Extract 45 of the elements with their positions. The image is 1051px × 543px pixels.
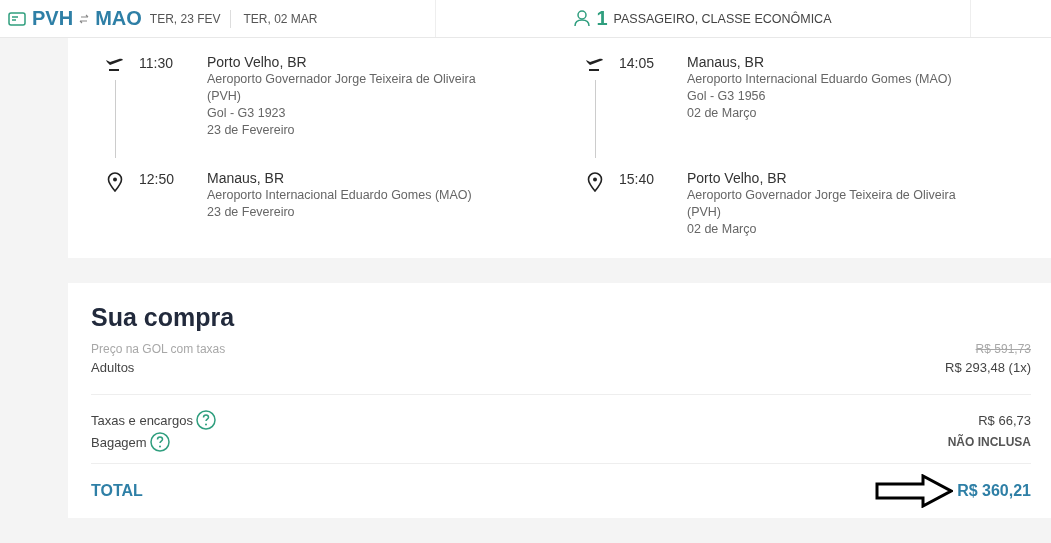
price-value: R$ 66,73 <box>978 412 1031 428</box>
price-label: Preço na GOL com taxas <box>91 342 226 356</box>
stop-detail: 02 de Março <box>687 221 758 238</box>
stop-detail: 23 de Fevereiro <box>207 204 296 221</box>
price-value: R$ 293,48 (1x) <box>945 359 1031 375</box>
help-icon[interactable] <box>195 410 216 430</box>
location-pin-icon <box>587 172 603 192</box>
stop-detail: Aeroporto Governador Jorge Teixeira de Oliveira (PVH) <box>687 187 957 221</box>
city-name: Manaus, BR <box>207 170 286 186</box>
arrow-icon <box>875 474 954 508</box>
location-pin-icon <box>107 172 123 192</box>
stop-time: 12:50 <box>139 170 176 189</box>
stop-detail: Aeroporto Internacional Eduardo Gomes (MAO) <box>687 71 953 88</box>
passenger-count: 1 <box>596 7 608 30</box>
plane-takeoff-icon <box>105 56 125 72</box>
price-label: Adultos <box>91 359 135 375</box>
person-icon <box>574 10 591 27</box>
city-name: Porto Velho, BR <box>207 54 308 70</box>
return-date[interactable]: TER, 02 MAR <box>243 11 318 26</box>
swap-icon <box>79 12 90 25</box>
passenger-class: PASSAGEIRO, CLASSE ECONÔMICA <box>613 11 832 26</box>
stop-detail: Aeroporto Internacional Eduardo Gomes (MAO) <box>207 187 473 204</box>
purchase-title: Sua compra <box>91 303 236 332</box>
price-label: Taxas e encargos <box>91 412 193 428</box>
city-name: Porto Velho, BR <box>687 170 788 186</box>
city-name: Manaus, BR <box>687 54 766 70</box>
outbound-date[interactable]: TER, 23 FEV <box>149 11 221 26</box>
price-value: NÃO INCLUSA <box>947 435 1031 449</box>
destination-code: MAO <box>95 7 142 30</box>
help-icon[interactable] <box>149 432 170 452</box>
stop-time: 15:40 <box>619 170 656 189</box>
price-label: Bagagem <box>91 434 147 450</box>
total-value: R$ 360,21 <box>957 482 1031 500</box>
plane-takeoff-icon <box>585 56 605 72</box>
origin-code: PVH <box>32 7 74 30</box>
stop-detail: Gol - G3 1923 <box>207 105 287 122</box>
stop-detail: Aeroporto Governador Jorge Teixeira de Oliveira (PVH) <box>207 71 477 105</box>
ticket-icon <box>8 11 26 26</box>
original-price: R$ 591,73 <box>975 342 1031 356</box>
stop-detail: 02 de Março <box>687 105 758 122</box>
stop-detail: Gol - G3 1956 <box>687 88 767 105</box>
total-label: TOTAL <box>91 482 143 500</box>
stop-time: 11:30 <box>139 54 174 73</box>
stop-time: 14:05 <box>619 54 656 73</box>
stop-detail: 23 de Fevereiro <box>207 122 296 139</box>
